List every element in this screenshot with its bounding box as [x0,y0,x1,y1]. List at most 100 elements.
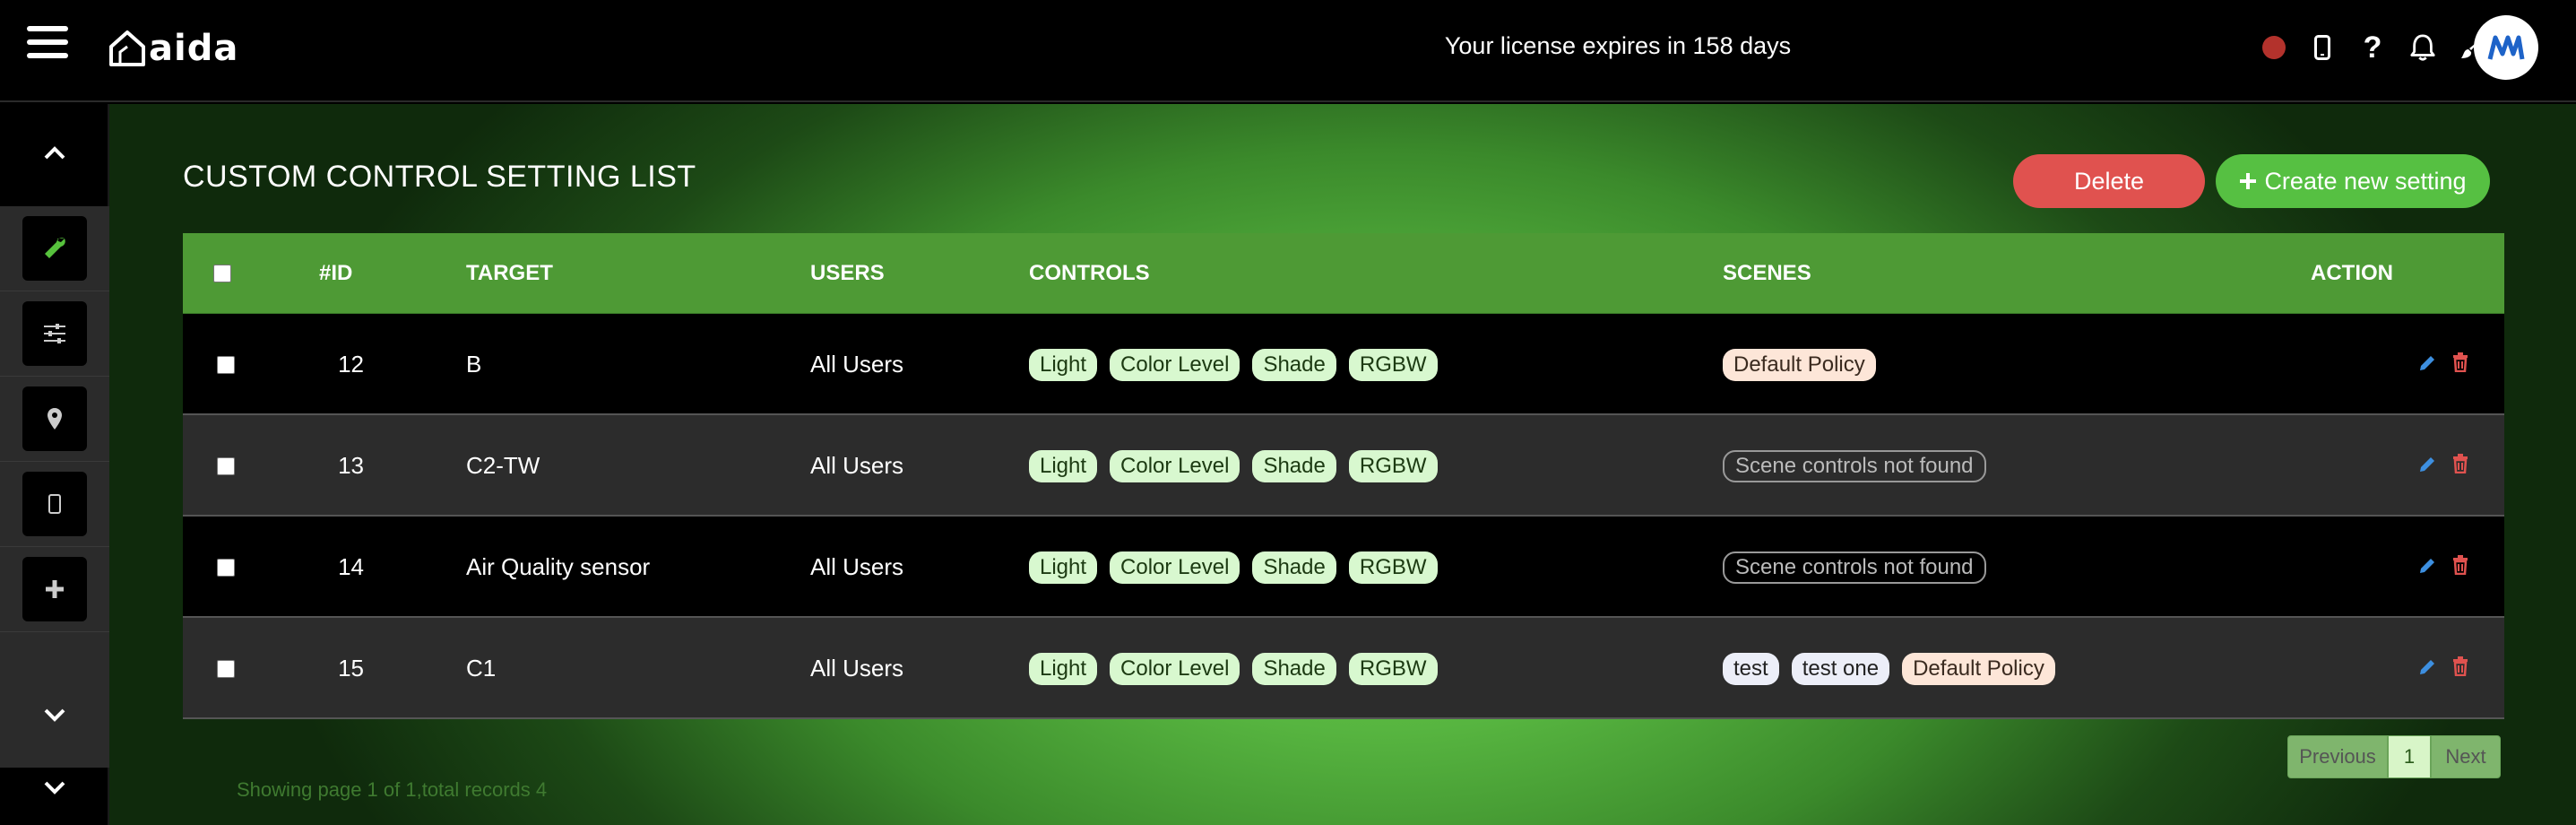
location-icon [22,386,87,451]
control-tag: Light [1029,348,1098,381]
table-row: 12 B All Users Light Color Level Shade RGBW Def… [183,314,2504,415]
edit-pencil-icon[interactable] [2418,452,2436,480]
row-id: 14 [338,553,364,580]
logo-text: aida [149,28,239,69]
sidebar-item-devices[interactable] [0,462,109,547]
create-label: Create new setting [2264,167,2467,195]
next-page-button[interactable]: Next [2431,735,2501,778]
row-scenes: Default Policy [1723,314,1889,415]
table-header: #ID TARGET USERS CONTROLS SCENES ACTION [183,233,2504,314]
control-tag: RGBW [1348,449,1438,482]
sidebar [0,104,109,825]
control-tag: Light [1029,551,1098,584]
record-dot-icon[interactable] [2262,36,2286,59]
control-tag: Color Level [1110,551,1240,584]
bell-icon[interactable] [2409,32,2436,63]
sliders-icon [22,301,87,366]
header-controls[interactable]: CONTROLS [1029,261,1150,286]
aida-logo[interactable]: aida [108,25,238,72]
control-tag: RGBW [1348,652,1438,685]
row-target: C2-TW [466,452,540,479]
row-users: All Users [810,655,904,682]
header-target[interactable]: TARGET [466,261,553,286]
row-controls: Light Color Level Shade RGBW [1029,415,1450,517]
create-new-setting-button[interactable]: Create new setting [2216,154,2490,208]
help-icon[interactable]: ? [2359,32,2386,63]
row-users: All Users [810,351,904,378]
mobile-icon [22,472,87,536]
select-all-checkbox[interactable] [213,265,231,282]
control-tag: Shade [1252,449,1336,482]
page-title: CUSTOM CONTROL SETTING LIST [183,160,696,194]
header-scenes[interactable]: SCENES [1723,261,1811,286]
row-actions [2418,314,2468,415]
chevron-down-icon [44,708,65,722]
row-checkbox[interactable] [217,314,235,415]
control-tag: Shade [1252,348,1336,381]
scene-tag: test [1723,652,1779,685]
settings-table: #ID TARGET USERS CONTROLS SCENES ACTION … [183,233,2504,719]
sidebar-collapse-button[interactable] [0,750,109,825]
previous-page-button[interactable]: Previous [2287,735,2388,778]
scene-tag: Default Policy [1902,652,2055,685]
delete-trash-icon[interactable] [2452,553,2468,581]
scene-tag: Default Policy [1723,348,1876,381]
table-body: 12 B All Users Light Color Level Shade RGBW Def… [183,314,2504,719]
row-id: 12 [338,351,364,378]
row-target: B [466,351,482,378]
row-scenes: Scene controls not found [1723,517,1999,618]
page-1-button[interactable]: 1 [2388,735,2431,778]
delete-trash-icon[interactable] [2452,351,2468,378]
chevron-up-icon [44,146,65,160]
row-actions [2418,517,2468,618]
row-checkbox[interactable] [217,618,235,719]
control-tag: RGBW [1348,551,1438,584]
delete-trash-icon[interactable] [2452,655,2468,682]
top-icons: ? [2262,25,2486,70]
edit-pencil-icon[interactable] [2418,351,2436,378]
control-tag: Light [1029,449,1098,482]
hamburger-menu-icon[interactable] [27,26,68,62]
header-id[interactable]: #ID [319,261,352,286]
row-controls: Light Color Level Shade RGBW [1029,314,1450,415]
sidebar-item-location[interactable] [0,377,109,462]
row-users: All Users [810,553,904,580]
row-scenes: Scene controls not found [1723,415,1999,517]
sidebar-item-settings[interactable] [0,206,109,291]
user-avatar[interactable] [2474,15,2538,80]
delete-button[interactable]: Delete [2013,154,2205,208]
row-checkbox[interactable] [217,415,235,517]
sidebar-scroll-up-button[interactable] [0,104,109,203]
row-users: All Users [810,452,904,479]
edit-pencil-icon[interactable] [2418,553,2436,581]
control-tag: RGBW [1348,348,1438,381]
header-users[interactable]: USERS [810,261,885,286]
pagination-summary: Showing page 1 of 1,total records 4 [237,778,548,801]
top-bar: aida Your license expires in 158 days ? [0,0,2576,102]
table-row: 14 Air Quality sensor All Users Light Color … [183,517,2504,618]
row-target: C1 [466,655,497,682]
main-content: CUSTOM CONTROL SETTING LIST Delete Creat… [109,104,2576,825]
plus-icon [2240,173,2257,189]
control-tag: Shade [1252,652,1336,685]
control-tag: Color Level [1110,348,1240,381]
control-tag: Shade [1252,551,1336,584]
license-status: Your license expires in 158 days [1444,32,1792,59]
row-actions [2418,415,2468,517]
delete-trash-icon[interactable] [2452,452,2468,480]
header-action[interactable]: ACTION [2311,261,2393,286]
chevron-down-icon [44,781,65,795]
row-controls: Light Color Level Shade RGBW [1029,517,1450,618]
row-actions [2418,618,2468,719]
house-logo-icon [109,30,145,66]
scene-tag: Scene controls not found [1723,449,1986,482]
edit-pencil-icon[interactable] [2418,655,2436,682]
row-id: 15 [338,655,364,682]
mobile-icon[interactable] [2309,32,2336,63]
sidebar-item-add[interactable] [0,547,109,632]
plus-icon [22,557,87,621]
row-target: Air Quality sensor [466,553,651,580]
row-checkbox[interactable] [217,517,235,618]
row-controls: Light Color Level Shade RGBW [1029,618,1450,719]
sidebar-item-controls[interactable] [0,291,109,377]
